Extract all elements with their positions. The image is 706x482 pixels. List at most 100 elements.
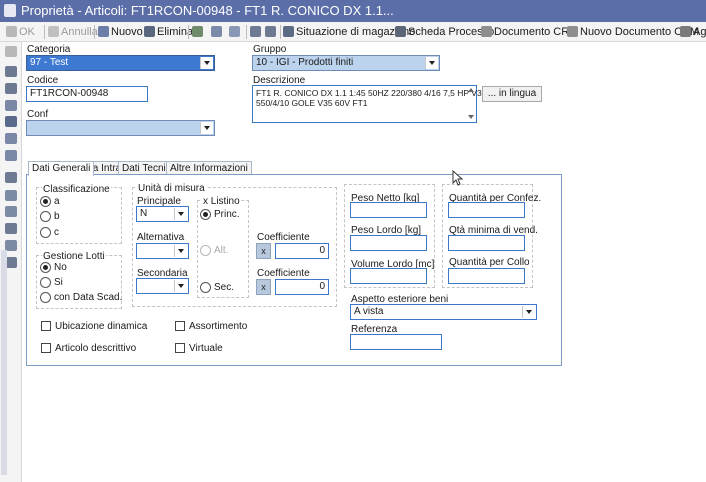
side-scroll-strip[interactable] [1,250,7,475]
link-icon[interactable] [5,150,17,161]
peso-netto-field[interactable] [350,202,427,218]
gruppo-select[interactable]: 10 - IGI - Prodotti finiti [252,55,440,71]
scroll-up-icon[interactable] [468,88,474,92]
descrizione-line-2: 550/4/10 GOLE V35 60V FT1 [256,98,368,108]
coefficiente-field-2[interactable]: 0 [275,279,329,295]
scroll-down-icon[interactable] [468,115,474,119]
aspetto-value: A vista [354,306,384,317]
articolo-descrittivo-checkbox[interactable] [41,343,51,353]
descrizione-line-1: FT1 R. CONICO DX 1.1 1:45 50HZ 220/380 4… [256,88,487,98]
ag-button[interactable]: Ag [680,24,706,40]
list-icon [265,26,276,37]
categoria-value: 97 - Test [30,57,69,68]
conf-select[interactable] [26,120,215,136]
hierarchy-icon[interactable] [5,83,17,94]
categoria-label: Categoria [27,44,71,55]
process-icon [395,26,406,37]
classificazione-radio-c[interactable] [40,227,51,238]
tab-dati-generali[interactable]: Dati Generali [28,161,95,176]
documents-icon[interactable] [5,172,17,183]
table-icon[interactable] [5,223,17,234]
ubicazione-dinamica-label: Ubicazione dinamica [55,321,148,332]
copy-button[interactable] [211,24,224,40]
grid-button[interactable] [250,24,263,40]
referenza-field[interactable] [350,334,442,350]
volume-lordo-field[interactable] [350,268,427,284]
list-button[interactable] [265,24,278,40]
crm-document-icon [481,26,492,37]
filter-icon[interactable] [5,133,17,144]
principale-value: N [140,208,148,219]
quantita-per-confez-field[interactable] [448,202,525,218]
ok-button[interactable]: OK [6,24,35,40]
assortimento-label: Assortimento [189,321,248,332]
toolbar-separator [188,25,189,39]
lotti-option-no: No [54,262,67,273]
expand-icon[interactable] [5,46,17,57]
aspetto-select[interactable]: A vista [350,304,537,320]
peso-lordo-field[interactable] [350,235,427,251]
conf-label: Conf [27,109,49,120]
principale-select[interactable]: N [136,206,189,222]
lotti-option-si: Si [54,277,63,288]
lotti-radio-si[interactable] [40,277,51,288]
checkmark-icon [6,26,17,37]
ok-label: OK [19,26,35,38]
alternativa-select[interactable] [136,243,189,259]
virtuale-checkbox[interactable] [175,343,185,353]
elimina-button[interactable]: Elimina [144,24,193,40]
toolbar-separator [44,25,45,39]
classificazione-title: Classificazione [42,184,111,195]
grid-icon [250,26,261,37]
toolbar-separator [94,25,95,39]
qta-minima-field[interactable] [448,235,525,251]
title-bar: Proprietà - Articoli: FT1RCON-00948 - FT… [0,0,706,22]
descrizione-field[interactable]: FT1 R. CONICO DX 1.1 1:45 50HZ 220/380 4… [252,85,486,123]
listino-option-princ: Princ. [214,209,240,220]
chevron-down-icon [174,208,187,220]
paste-icon [229,26,240,37]
nuovo-button[interactable]: Nuovo [98,24,143,40]
assortimento-checkbox[interactable] [175,321,185,331]
secondaria-select[interactable] [136,278,189,294]
listino-option-sec: Sec. [214,282,235,293]
lotti-radio-scad[interactable] [40,292,51,303]
refresh-button[interactable] [192,24,205,40]
multiply-icon: x [256,279,271,295]
attachments-icon[interactable] [5,190,17,201]
paste-button[interactable] [229,24,242,40]
notes-icon[interactable] [5,100,17,111]
chevron-down-icon [425,57,438,69]
categoria-select[interactable]: 97 - Test [26,55,215,71]
attachments-icon[interactable] [5,206,17,217]
unita-misura-title: Unità di misura [137,183,206,194]
classificazione-radio-a[interactable] [40,196,51,207]
annulla-button[interactable]: Annulla [48,24,98,40]
classificazione-radio-b[interactable] [40,211,51,222]
search-icon[interactable] [5,66,17,77]
chevron-down-icon [522,306,535,318]
ag-label: Ag [693,26,706,38]
copy-icon [211,26,222,37]
listino-radio-sec[interactable] [200,282,211,293]
new-icon [98,26,109,37]
chevron-down-icon [200,122,213,134]
listino-option-alt: Alt. [214,245,229,256]
database-icon[interactable] [5,116,17,127]
ubicazione-dinamica-checkbox[interactable] [41,321,51,331]
classificazione-option-a: a [54,196,60,207]
nuovo-label: Nuovo [111,26,143,38]
tab-altre-informazioni[interactable]: Altre Informazioni [166,161,252,175]
listino-radio-alt[interactable] [200,245,211,256]
listino-radio-princ[interactable] [200,209,211,220]
articolo-descrittivo-label: Articolo descrittivo [55,343,137,354]
quantita-per-collo-field[interactable] [448,268,525,284]
codice-field[interactable]: FT1RCON-00948 [26,86,148,102]
coefficiente-field-1[interactable]: 0 [275,243,329,259]
in-lingua-button[interactable]: ... in lingua [482,86,542,102]
toolbar-separator [280,25,281,39]
documento-crm-button[interactable]: Documento CRM [481,24,578,40]
warehouse-icon [283,26,294,37]
scheda-processo-button[interactable]: Scheda Processo [395,24,494,40]
lotti-radio-no[interactable] [40,262,51,273]
